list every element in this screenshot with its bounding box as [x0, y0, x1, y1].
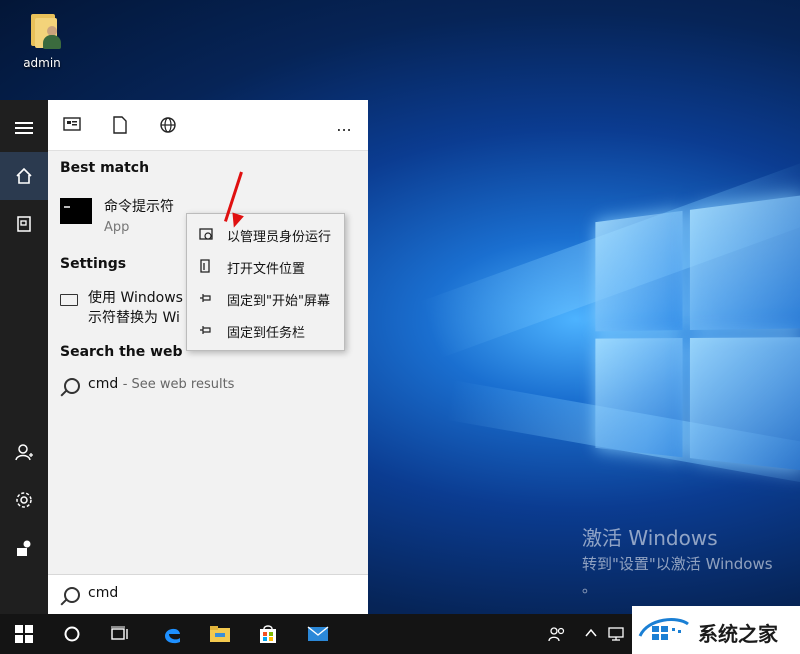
pin-icon — [199, 291, 213, 305]
edge-button[interactable] — [148, 614, 196, 654]
start-rail — [0, 100, 48, 614]
hamburger-icon — [15, 122, 33, 134]
command-prompt-icon — [60, 198, 92, 224]
settings-button[interactable] — [0, 476, 48, 524]
watermark-line1: 转到"设置"以激活 Windows — [582, 555, 773, 573]
panel-toolbar: ... — [48, 100, 368, 151]
documents-filter-button[interactable] — [110, 116, 130, 136]
best-match-heading: Best match — [60, 160, 150, 176]
brand-text: 系统之家 — [698, 622, 778, 646]
file-explorer-button[interactable] — [196, 614, 244, 654]
network-monitor-icon — [608, 627, 624, 641]
task-view-button[interactable] — [96, 614, 144, 654]
shield-run-icon — [199, 227, 213, 241]
documents-button[interactable] — [0, 200, 48, 248]
search-icon — [64, 587, 80, 603]
settings-heading: Settings — [60, 256, 127, 272]
cortana-button[interactable] — [48, 614, 96, 654]
globe-icon — [160, 117, 176, 133]
chevron-up-icon — [585, 628, 597, 637]
brand-mark-icon — [638, 618, 689, 640]
show-hidden-icons-button[interactable] — [584, 626, 598, 644]
menu-item-run-as-admin[interactable]: 以管理员身份运行 — [187, 218, 344, 250]
windows-start-icon — [15, 625, 33, 643]
desktop-icon-label: admin — [23, 56, 61, 70]
apps-filter-button[interactable] — [62, 116, 82, 136]
task-view-icon — [111, 626, 128, 640]
edge-browser-icon — [165, 628, 180, 644]
menu-item-open-file-location[interactable]: 打开文件位置 — [187, 250, 344, 282]
home-button[interactable] — [0, 152, 48, 200]
best-match-title: 命令提示符 — [104, 199, 174, 215]
menu-item-label: 打开文件位置 — [227, 262, 306, 277]
menu-item-label: 固定到"开始"屏幕 — [227, 294, 330, 309]
store-bag-icon — [260, 625, 276, 643]
user-folder-icon — [25, 10, 61, 50]
mail-icon — [307, 626, 329, 641]
keyboard-icon — [60, 294, 78, 306]
network-button[interactable] — [608, 626, 626, 646]
notebook-icon — [17, 216, 31, 232]
feedback-button[interactable] — [0, 524, 48, 572]
brand-logo: 系统之家 — [632, 606, 800, 654]
add-user-icon — [15, 444, 33, 461]
web-result-text: cmd - See web results — [88, 376, 234, 392]
people-icon — [548, 627, 565, 642]
activation-watermark: 激活 Windows 转到"设置"以激活 Windows 。 — [582, 522, 773, 597]
menu-item-label: 以管理员身份运行 — [227, 230, 332, 245]
people-button[interactable] — [548, 626, 566, 646]
watermark-title: 激活 Windows — [582, 526, 718, 550]
store-button[interactable] — [244, 614, 292, 654]
search-input[interactable]: cmd — [88, 585, 118, 601]
search-box[interactable]: cmd — [48, 574, 368, 615]
account-button[interactable] — [0, 428, 48, 476]
search-results-panel: ... Best match 命令提示符 App Settings 使用 Win… — [48, 100, 368, 615]
watermark-line2: 。 — [582, 578, 598, 596]
search-icon — [64, 378, 80, 394]
hamburger-menu-button[interactable] — [0, 104, 48, 152]
home-icon — [16, 167, 32, 184]
web-result-query: cmd — [88, 376, 119, 392]
cortana-circle-icon — [64, 626, 80, 642]
web-result-suffix: - See web results — [122, 377, 235, 392]
menu-item-label: 固定到任务栏 — [227, 326, 306, 341]
pin-icon — [199, 323, 213, 337]
desktop-icon-admin[interactable]: admin — [14, 10, 70, 70]
start-button[interactable] — [0, 614, 48, 654]
mail-button[interactable] — [294, 614, 342, 654]
menu-item-pin-to-taskbar[interactable]: 固定到任务栏 — [187, 314, 344, 346]
feedback-icon — [17, 540, 31, 556]
app-window-icon — [63, 117, 81, 131]
windows-logo-wallpaper — [595, 195, 800, 495]
context-menu: 以管理员身份运行 打开文件位置 固定到"开始"屏幕 固定到任务栏 — [186, 213, 345, 351]
open-file-location-icon — [199, 259, 213, 273]
search-web-heading: Search the web — [60, 344, 183, 360]
gear-icon — [16, 492, 32, 508]
folder-icon — [210, 626, 230, 642]
document-icon — [113, 116, 127, 134]
web-filter-button[interactable] — [158, 116, 178, 136]
menu-item-pin-to-start[interactable]: 固定到"开始"屏幕 — [187, 282, 344, 314]
more-options-button[interactable]: ... — [334, 116, 354, 136]
best-match-subtitle: App — [104, 220, 130, 235]
